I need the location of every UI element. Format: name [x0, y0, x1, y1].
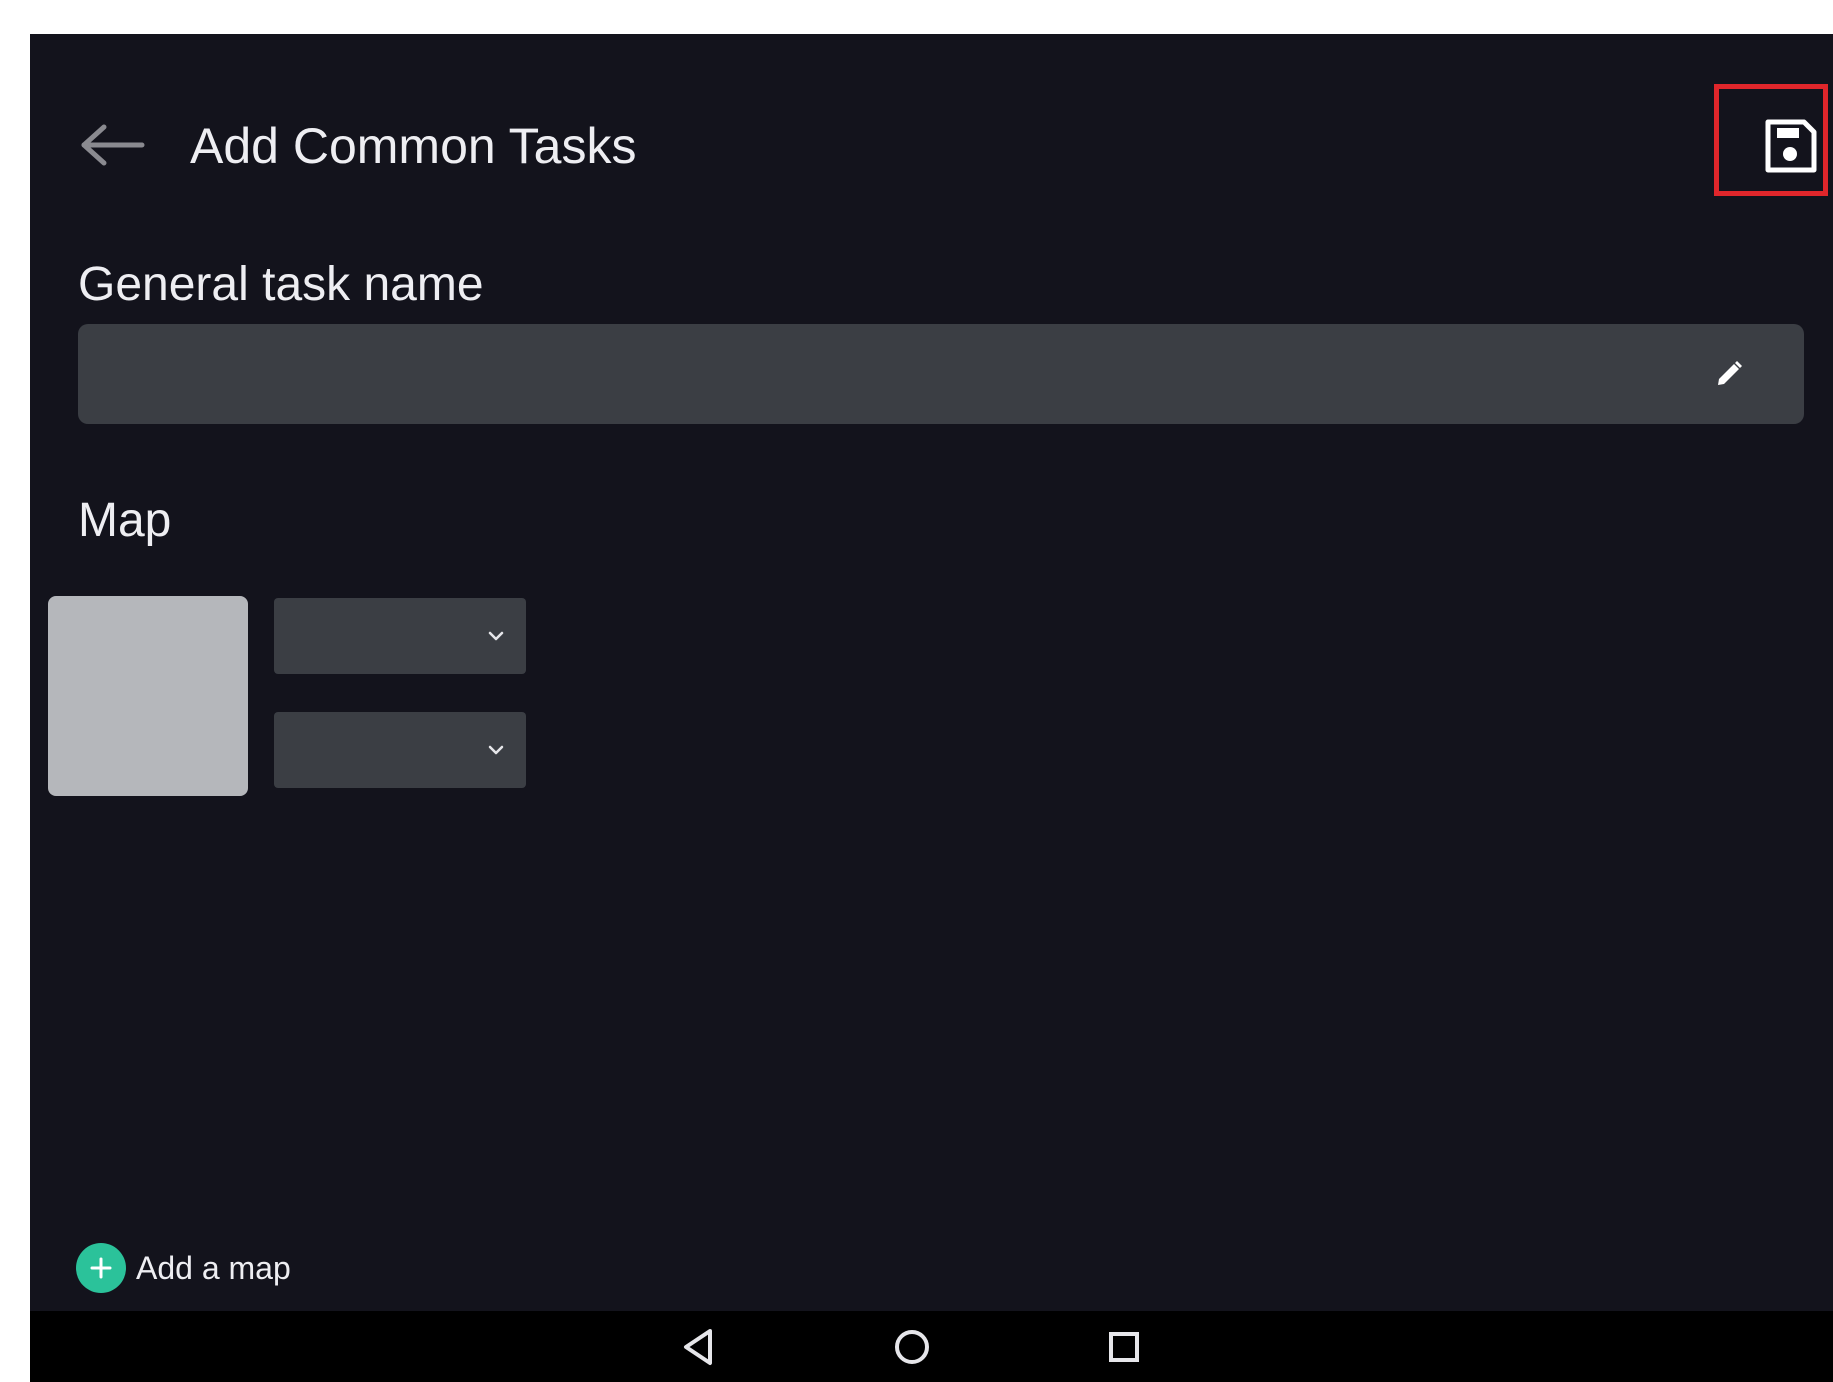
circle-home-icon [895, 1330, 929, 1364]
back-button[interactable] [68, 110, 158, 180]
page-title: Add Common Tasks [190, 118, 637, 174]
nav-recents-button[interactable] [1098, 1321, 1150, 1373]
plus-icon [76, 1243, 126, 1293]
add-map-button[interactable]: Add a map [76, 1240, 291, 1296]
app-screen: Add Common Tasks General task name Map A… [30, 34, 1833, 1382]
map-label: Map [78, 494, 172, 547]
task-name-field[interactable] [78, 324, 1804, 424]
edit-button[interactable] [1694, 339, 1764, 409]
task-name-label: General task name [78, 258, 484, 311]
nav-back-button[interactable] [672, 1321, 724, 1373]
system-nav-bar [30, 1311, 1833, 1382]
save-button[interactable] [1750, 106, 1830, 186]
chevron-down-icon [482, 622, 510, 650]
arrow-left-icon [81, 124, 145, 166]
square-recents-icon [1109, 1332, 1139, 1362]
chevron-down-icon [482, 736, 510, 764]
pencil-icon [1718, 361, 1742, 385]
map-dropdown-1[interactable] [274, 598, 526, 674]
floppy-disk-save-icon [1765, 119, 1817, 173]
task-name-input[interactable] [78, 324, 1694, 424]
device-frame: Add Common Tasks General task name Map A… [0, 0, 1833, 1382]
map-dropdown-2[interactable] [274, 712, 526, 788]
add-map-label: Add a map [136, 1249, 291, 1286]
nav-home-button[interactable] [886, 1321, 938, 1373]
map-thumbnail[interactable] [48, 596, 248, 796]
triangle-back-icon [684, 1329, 712, 1365]
